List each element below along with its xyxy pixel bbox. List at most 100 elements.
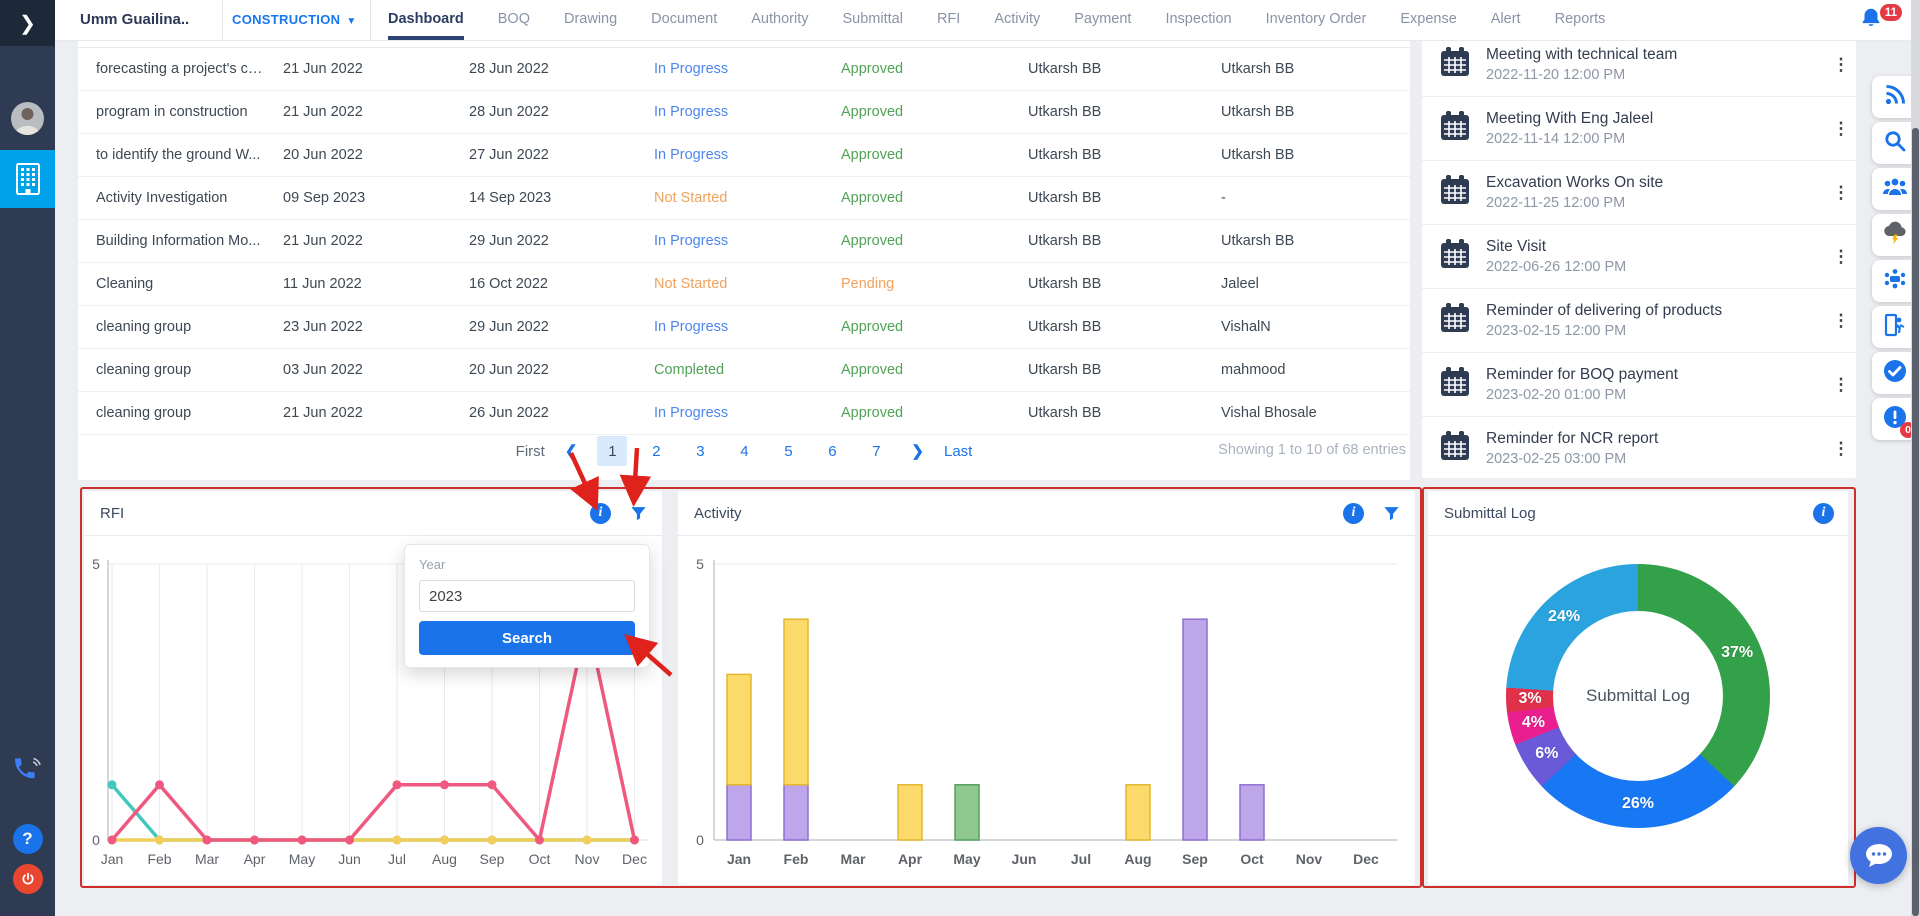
- page-number-6[interactable]: 6: [817, 436, 847, 466]
- cell-start-date: 20 Jun 2022: [283, 147, 469, 163]
- info-icon[interactable]: i: [1343, 503, 1364, 524]
- tab-alert[interactable]: Alert: [1491, 0, 1521, 40]
- info-icon[interactable]: i: [1813, 503, 1834, 524]
- tab-inventory-order[interactable]: Inventory Order: [1266, 0, 1367, 40]
- cell-task-name: forecasting a project's co...: [96, 61, 264, 77]
- meeting-item[interactable]: Meeting with technical team2022-11-20 12…: [1422, 33, 1856, 97]
- tab-document[interactable]: Document: [651, 0, 717, 40]
- table-row[interactable]: forecasting a project's co... 21 Jun 2022…: [78, 48, 1410, 91]
- tab-authority[interactable]: Authority: [751, 0, 808, 40]
- call-button[interactable]: [0, 748, 55, 788]
- info-icon[interactable]: i: [590, 503, 611, 524]
- table-row[interactable]: cleaning group03 Jun 202220 Jun 2022Comp…: [78, 349, 1410, 392]
- tab-rfi[interactable]: RFI: [937, 0, 960, 40]
- cell-end-date: 14 Sep 2023: [469, 190, 654, 206]
- meeting-datetime: 2023-02-15 12:00 PM: [1486, 323, 1826, 339]
- meeting-item[interactable]: Meeting With Eng Jaleel2022-11-14 12:00 …: [1422, 97, 1856, 161]
- cell-status: In Progress: [654, 405, 841, 421]
- svg-text:Sep: Sep: [480, 851, 505, 867]
- page-number-2[interactable]: 2: [641, 436, 671, 466]
- screen: ❯ ? Umm Guailina.. CONSTRUCTION▼ Dashboa…: [0, 0, 1920, 916]
- cell-end-date: 29 Jun 2022: [469, 233, 654, 249]
- page-number-4[interactable]: 4: [729, 436, 759, 466]
- table-row[interactable]: Activity Investigation09 Sep 202314 Sep …: [78, 177, 1410, 220]
- cell-approval: Approved: [841, 190, 1028, 206]
- svg-text:Feb: Feb: [147, 851, 171, 867]
- chat-bubble-icon: [1864, 843, 1894, 869]
- sidebar-item-project[interactable]: [0, 150, 55, 208]
- module-selector[interactable]: CONSTRUCTION▼: [232, 0, 357, 42]
- filter-icon[interactable]: [629, 504, 648, 523]
- cell-task-name: Building Information Mo...: [96, 233, 264, 249]
- svg-text:0: 0: [92, 832, 100, 848]
- page-number-7[interactable]: 7: [861, 436, 891, 466]
- table-row[interactable]: cleaning group23 Jun 202229 Jun 2022In P…: [78, 306, 1410, 349]
- scrollbar-thumb[interactable]: [1912, 128, 1919, 916]
- sidebar-expand-button[interactable]: ❯: [0, 0, 55, 46]
- page-number-1[interactable]: 1: [597, 436, 627, 466]
- filter-icon[interactable]: [1382, 504, 1401, 523]
- help-button[interactable]: ?: [0, 822, 55, 856]
- chat-button[interactable]: [1850, 827, 1907, 884]
- tab-activity[interactable]: Activity: [994, 0, 1040, 40]
- kebab-menu-icon[interactable]: ⋮: [1826, 311, 1856, 331]
- meeting-item[interactable]: Site Visit2022-06-26 12:00 PM⋮: [1422, 225, 1856, 289]
- meeting-item[interactable]: Excavation Works On site2022-11-25 12:00…: [1422, 161, 1856, 225]
- cell-start-date: 11 Jun 2022: [283, 276, 469, 292]
- meeting-title: Meeting with technical team: [1486, 46, 1826, 64]
- tab-dashboard[interactable]: Dashboard: [388, 0, 464, 40]
- tab-inspection[interactable]: Inspection: [1165, 0, 1231, 40]
- chevron-down-icon: ▼: [346, 16, 356, 27]
- kebab-menu-icon[interactable]: ⋮: [1826, 247, 1856, 267]
- svg-text:Jun: Jun: [338, 851, 361, 867]
- svg-text:Oct: Oct: [529, 851, 551, 867]
- kebab-menu-icon[interactable]: ⋮: [1826, 183, 1856, 203]
- notifications-button[interactable]: 11: [1858, 6, 1892, 36]
- svg-text:Jan: Jan: [101, 851, 124, 867]
- year-input[interactable]: [419, 580, 635, 612]
- chevron-right-icon[interactable]: ❯: [911, 442, 924, 460]
- kebab-menu-icon[interactable]: ⋮: [1826, 119, 1856, 139]
- table-row[interactable]: Cleaning11 Jun 202216 Oct 2022Not Starte…: [78, 263, 1410, 306]
- meeting-list: Meeting with technical team2022-11-20 12…: [1422, 33, 1856, 478]
- page-number-5[interactable]: 5: [773, 436, 803, 466]
- meeting-item[interactable]: Reminder for BOQ payment2023-02-20 01:00…: [1422, 353, 1856, 417]
- meeting-item[interactable]: Reminder for NCR report2023-02-25 03:00 …: [1422, 417, 1856, 478]
- table-row[interactable]: program in construction21 Jun 202228 Jun…: [78, 91, 1410, 134]
- pagination-last[interactable]: Last: [944, 443, 972, 460]
- kebab-menu-icon[interactable]: ⋮: [1826, 55, 1856, 75]
- tab-payment[interactable]: Payment: [1074, 0, 1131, 40]
- calendar-icon: [1438, 45, 1472, 84]
- cell-approval: Approved: [841, 104, 1028, 120]
- calendar-icon: [1438, 365, 1472, 404]
- tab-reports[interactable]: Reports: [1555, 0, 1606, 40]
- meeting-item[interactable]: Reminder of delivering of products2023-0…: [1422, 289, 1856, 353]
- cell-approval: Approved: [841, 319, 1028, 335]
- cell-start-date: 21 Jun 2022: [283, 61, 469, 77]
- tab-drawing[interactable]: Drawing: [564, 0, 617, 40]
- chevron-left-icon[interactable]: ❮: [565, 442, 578, 460]
- tab-submittal[interactable]: Submittal: [843, 0, 903, 40]
- scrollbar[interactable]: [1911, 0, 1920, 916]
- tab-boq[interactable]: BOQ: [498, 0, 530, 40]
- cell-created-by: Utkarsh BB: [1028, 405, 1221, 421]
- building-icon: [13, 162, 43, 196]
- rss-icon: [1883, 83, 1907, 112]
- page-list: 1234567: [597, 436, 891, 466]
- meeting-datetime: 2023-02-20 01:00 PM: [1486, 387, 1826, 403]
- svg-text:Jun: Jun: [1012, 851, 1037, 867]
- svg-text:Oct: Oct: [1240, 851, 1264, 867]
- search-button[interactable]: Search: [419, 621, 635, 655]
- table-row[interactable]: Building Information Mo...21 Jun 202229 …: [78, 220, 1410, 263]
- tab-expense[interactable]: Expense: [1400, 0, 1456, 40]
- table-row[interactable]: to identify the ground W...20 Jun 202227…: [78, 134, 1410, 177]
- pagination-first[interactable]: First: [516, 443, 545, 460]
- page-number-3[interactable]: 3: [685, 436, 715, 466]
- activity-panel-header: Activity i: [678, 491, 1415, 536]
- logout-button[interactable]: [0, 862, 55, 896]
- kebab-menu-icon[interactable]: ⋮: [1826, 439, 1856, 459]
- kebab-menu-icon[interactable]: ⋮: [1826, 375, 1856, 395]
- table-row[interactable]: cleaning group21 Jun 202226 Jun 2022In P…: [78, 392, 1410, 435]
- avatar[interactable]: [11, 102, 44, 135]
- svg-text:Aug: Aug: [1124, 851, 1151, 867]
